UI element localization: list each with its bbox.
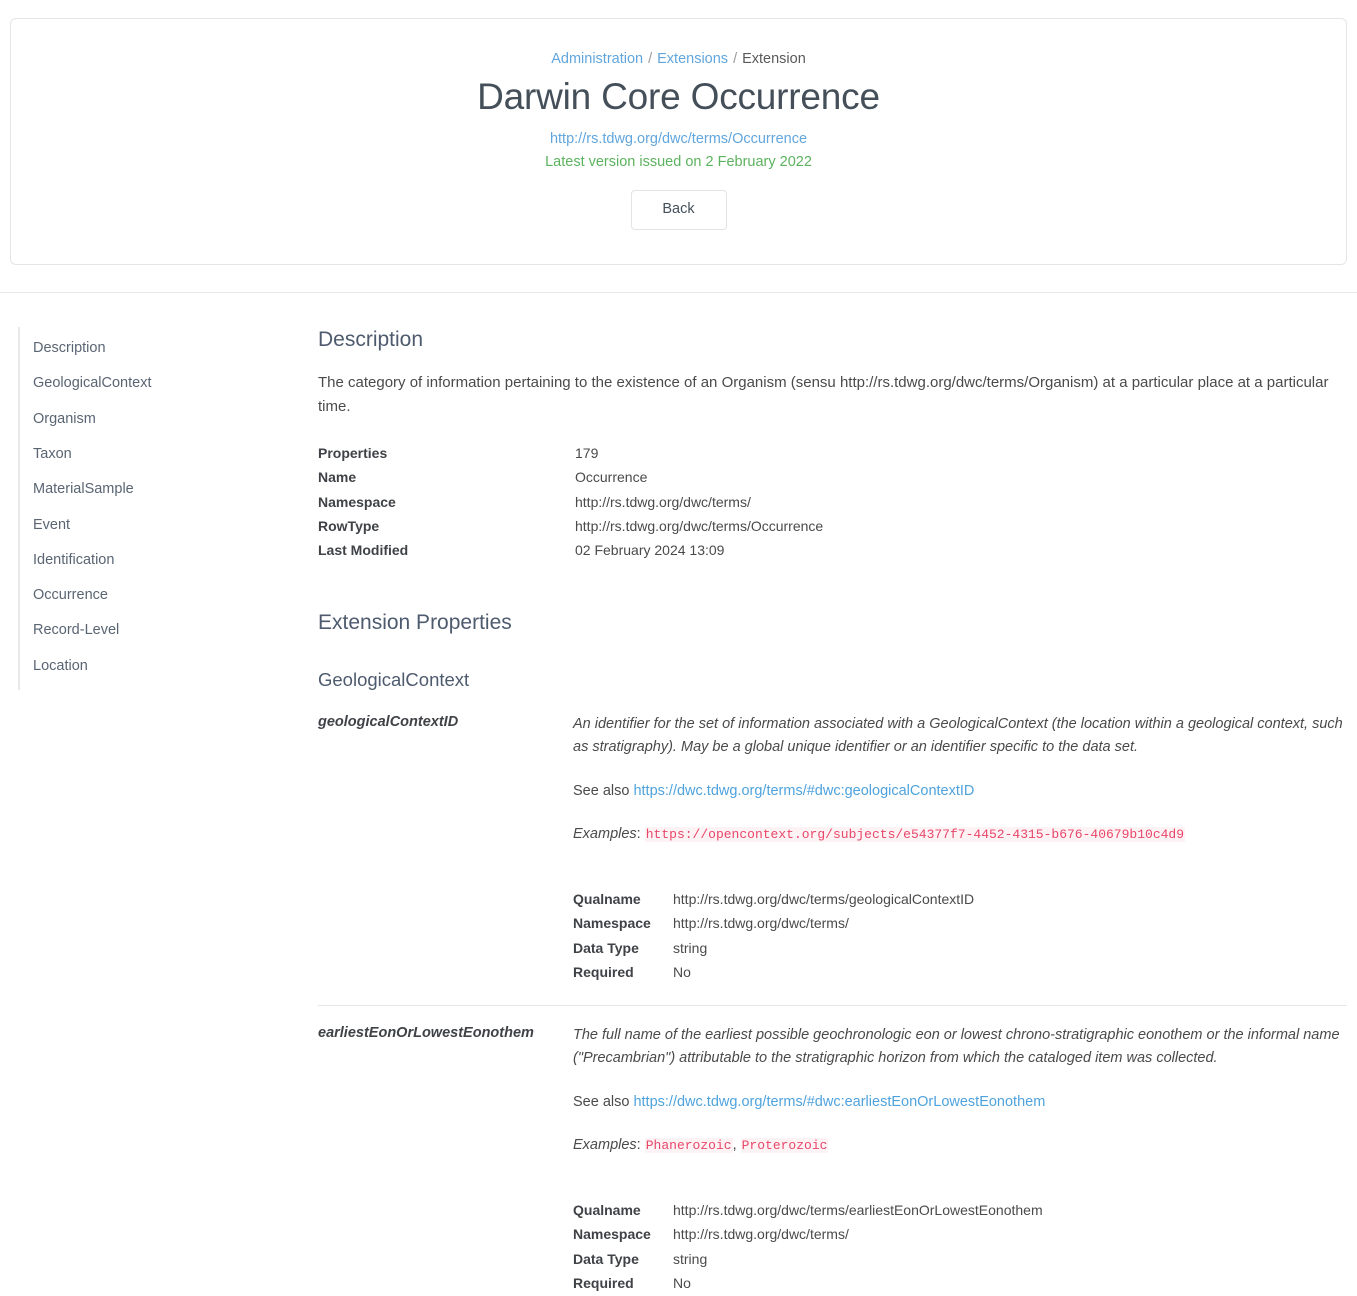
property-see-also: See also https://dwc.tdwg.org/terms/#dwc… bbox=[573, 782, 975, 799]
example-value: Proterozoic bbox=[740, 1137, 829, 1153]
meta-value: No bbox=[673, 1275, 691, 1292]
example-value: Phanerozoic bbox=[644, 1137, 733, 1153]
sidebar-item-description[interactable]: Description bbox=[20, 331, 318, 366]
sidebar-item-organism[interactable]: Organism bbox=[20, 401, 318, 436]
meta-value: No bbox=[673, 964, 691, 981]
property-examples: Examples: https://opencontext.org/subjec… bbox=[573, 825, 1186, 842]
property-meta-table: Qualname http://rs.tdwg.org/dwc/terms/geo… bbox=[318, 887, 1347, 985]
property-block: earliestEonOrLowestEonothem The full name… bbox=[318, 1004, 1347, 1296]
examples-label: Examples bbox=[573, 825, 637, 842]
meta-key: Required bbox=[573, 964, 634, 981]
meta-key: Namespace bbox=[318, 493, 396, 510]
meta-key: Data Type bbox=[573, 939, 639, 956]
sidebar-item-taxon[interactable]: Taxon bbox=[20, 436, 318, 471]
sidebar-item-event[interactable]: Event bbox=[20, 507, 318, 542]
version-status-text: Latest version issued on 2 February 2022 bbox=[545, 153, 812, 170]
meta-value: string bbox=[673, 939, 708, 956]
see-also-link[interactable]: https://dwc.tdwg.org/terms/#dwc:geologic… bbox=[633, 783, 974, 799]
meta-key: Qualname bbox=[573, 1201, 641, 1218]
property-description: An identifier for the set of information… bbox=[573, 715, 1343, 756]
meta-value: http://rs.tdwg.org/dwc/terms/geologicalC… bbox=[673, 891, 975, 908]
property-list: geologicalContextID An identifier for the… bbox=[318, 713, 1347, 1296]
property-name: geologicalContextID bbox=[318, 713, 459, 730]
meta-value: string bbox=[673, 1250, 708, 1267]
meta-key: Namespace bbox=[573, 915, 651, 932]
page-title: Darwin Core Occurrence bbox=[477, 76, 880, 118]
sidebar-item-geologicalcontext[interactable]: GeologicalContext bbox=[20, 366, 318, 401]
sidebar-item-record-level[interactable]: Record-Level bbox=[20, 613, 318, 648]
meta-value: Occurrence bbox=[575, 469, 648, 486]
meta-key: RowType bbox=[318, 518, 380, 535]
breadcrumb-separator: / bbox=[648, 51, 653, 67]
meta-key: Last Modified bbox=[318, 542, 409, 559]
group-heading-geologicalcontext: GeologicalContext bbox=[318, 668, 470, 690]
meta-value: http://rs.tdwg.org/dwc/terms/ bbox=[575, 493, 751, 510]
property-row: geologicalContextID An identifier for the… bbox=[318, 713, 1347, 889]
description-heading: Description bbox=[318, 327, 424, 351]
meta-key: Data Type bbox=[573, 1250, 639, 1267]
examples-label: Examples bbox=[573, 1136, 637, 1153]
meta-key: Properties bbox=[318, 444, 388, 461]
meta-key: Name bbox=[318, 469, 357, 486]
property-name: earliestEonOrLowestEonothem bbox=[318, 1024, 534, 1041]
sidebar-item-materialsample[interactable]: MaterialSample bbox=[20, 472, 318, 507]
meta-key: Required bbox=[573, 1275, 634, 1292]
extension-properties-heading: Extension Properties bbox=[318, 611, 512, 635]
breadcrumb: Administration / Extensions / Extension bbox=[31, 49, 1326, 69]
property-see-also: See also https://dwc.tdwg.org/terms/#dwc… bbox=[573, 1093, 1046, 1110]
back-button[interactable]: Back bbox=[630, 189, 727, 230]
meta-value: 02 February 2024 13:09 bbox=[575, 542, 725, 559]
property-block: geologicalContextID An identifier for the… bbox=[318, 713, 1347, 985]
see-also-link[interactable]: https://dwc.tdwg.org/terms/#dwc:earliest… bbox=[633, 1094, 1045, 1110]
sidebar-item-identification[interactable]: Identification bbox=[20, 542, 318, 577]
page-body: Description GeologicalContext Organism Taxo… bbox=[0, 293, 1357, 1296]
meta-value: 179 bbox=[575, 444, 599, 461]
example-value: https://opencontext.org/subjects/e54377f… bbox=[644, 826, 1186, 842]
meta-value: http://rs.tdwg.org/dwc/terms/ bbox=[673, 915, 849, 932]
property-examples: Examples: Phanerozoic, Proterozoic bbox=[573, 1136, 829, 1153]
section-nav-sidebar: Description GeologicalContext Organism Taxo… bbox=[18, 326, 318, 690]
meta-key: Qualname bbox=[573, 891, 641, 908]
sidebar-item-occurrence[interactable]: Occurrence bbox=[20, 578, 318, 613]
description-paragraph: The category of information pertaining t… bbox=[318, 373, 1329, 416]
description-meta-table: Properties 179 Name Occurrence Namespace http… bbox=[318, 441, 1347, 563]
meta-value: http://rs.tdwg.org/dwc/terms/ bbox=[673, 1226, 849, 1243]
sidebar-item-location[interactable]: Location bbox=[20, 648, 318, 683]
meta-key: Namespace bbox=[573, 1226, 651, 1243]
property-description: The full name of the earliest possible g… bbox=[573, 1026, 1340, 1067]
property-body: The full name of the earliest possible g… bbox=[573, 1024, 1347, 1179]
breadcrumb-item-administration[interactable]: Administration bbox=[551, 51, 643, 67]
property-row: earliestEonOrLowestEonothem The full name… bbox=[318, 1024, 1347, 1200]
extension-header-card: Administration / Extensions / Extension Darw… bbox=[10, 18, 1347, 265]
breadcrumb-item-extension: Extension bbox=[742, 51, 806, 67]
breadcrumb-item-extensions[interactable]: Extensions bbox=[657, 51, 728, 67]
main-content: Description The category of information … bbox=[318, 327, 1357, 1296]
breadcrumb-separator: / bbox=[733, 51, 738, 67]
title-url-wrap: http://rs.tdwg.org/dwc/terms/Occurrence bbox=[31, 130, 1326, 154]
meta-value: http://rs.tdwg.org/dwc/terms/Occurrence bbox=[575, 518, 824, 535]
meta-value: http://rs.tdwg.org/dwc/terms/earliestEon… bbox=[673, 1201, 1043, 1218]
extension-url-link[interactable]: http://rs.tdwg.org/dwc/terms/Occurrence bbox=[550, 131, 807, 147]
property-meta-table: Qualname http://rs.tdwg.org/dwc/terms/ear… bbox=[318, 1198, 1347, 1296]
property-body: An identifier for the set of information… bbox=[573, 713, 1347, 868]
